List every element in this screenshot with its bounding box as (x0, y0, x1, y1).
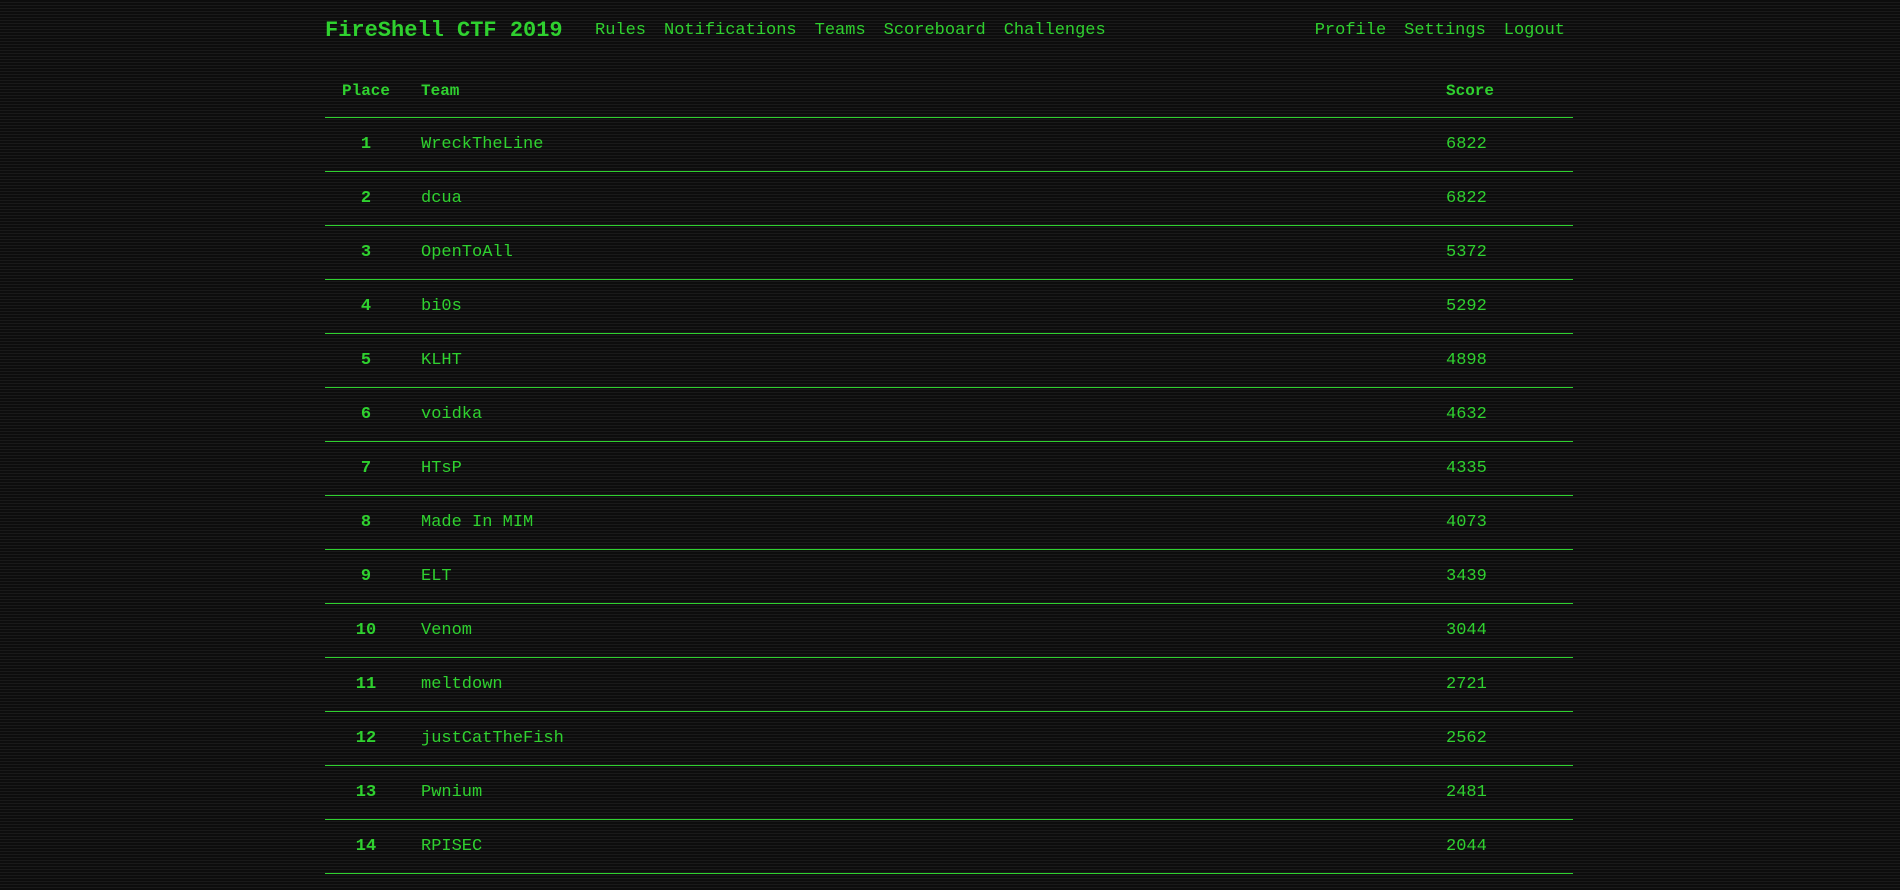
score-cell: 5372 (1446, 243, 1487, 262)
place-cell: 14 (355, 837, 377, 856)
table-row: 12 justCatTheFish 2562 (325, 712, 1573, 766)
table-row: 7 HTsP 4335 (325, 442, 1573, 496)
team-link[interactable]: bi0s (421, 280, 462, 334)
place-cell: 5 (360, 351, 372, 370)
team-link[interactable]: justCatTheFish (421, 712, 564, 766)
place-cell: 10 (355, 621, 377, 640)
score-cell: 4898 (1446, 351, 1487, 370)
place-column-header: Place (341, 82, 390, 100)
team-link[interactable]: OpenToAll (421, 226, 513, 280)
table-row: 3 OpenToAll 5372 (325, 226, 1573, 280)
team-link[interactable]: KLHT (421, 334, 462, 388)
main-nav: Rules Notifications Teams Scoreboard Cha… (595, 21, 1124, 40)
place-cell: 1 (360, 135, 372, 154)
table-row: 4 bi0s 5292 (325, 280, 1573, 334)
table-row: 8 Made In MIM 4073 (325, 496, 1573, 550)
nav-rules-link[interactable]: Rules (595, 21, 646, 40)
score-cell: 4073 (1446, 513, 1487, 532)
score-cell: 5292 (1446, 297, 1487, 316)
team-link[interactable]: voidka (421, 388, 482, 442)
page-container: FireShell CTF 2019 Rules Notifications T… (325, 0, 1573, 874)
score-cell: 3439 (1446, 567, 1487, 586)
team-link[interactable]: Venom (421, 604, 472, 658)
table-header-row: Place Team Score (325, 72, 1573, 118)
score-cell: 3044 (1446, 621, 1487, 640)
team-link[interactable]: Made In MIM (421, 496, 533, 550)
place-cell: 12 (355, 729, 377, 748)
team-link[interactable]: meltdown (421, 658, 503, 712)
table-row: 9 ELT 3439 (325, 550, 1573, 604)
place-cell: 3 (360, 243, 372, 262)
user-nav: Profile Settings Logout (1315, 21, 1565, 40)
table-row: 14 RPISEC 2044 (325, 820, 1573, 874)
score-cell: 6822 (1446, 135, 1487, 154)
score-cell: 2044 (1446, 837, 1487, 856)
table-row: 2 dcua 6822 (325, 172, 1573, 226)
score-cell: 4632 (1446, 405, 1487, 424)
nav-settings-link[interactable]: Settings (1404, 21, 1486, 40)
team-link[interactable]: RPISEC (421, 820, 482, 874)
place-cell: 6 (360, 405, 372, 424)
nav-notifications-link[interactable]: Notifications (664, 21, 797, 40)
nav-scoreboard-link[interactable]: Scoreboard (884, 21, 986, 40)
table-row: 6 voidka 4632 (325, 388, 1573, 442)
team-link[interactable]: WreckTheLine (421, 118, 543, 172)
place-cell: 9 (360, 567, 372, 586)
place-cell: 8 (360, 513, 372, 532)
team-link[interactable]: Pwnium (421, 766, 482, 820)
score-cell: 6822 (1446, 189, 1487, 208)
table-row: 5 KLHT 4898 (325, 334, 1573, 388)
team-link[interactable]: HTsP (421, 442, 462, 496)
place-cell: 4 (360, 297, 372, 316)
score-cell: 2481 (1446, 783, 1487, 802)
table-row: 11 meltdown 2721 (325, 658, 1573, 712)
place-cell: 11 (355, 675, 377, 694)
team-link[interactable]: ELT (421, 550, 452, 604)
place-cell: 7 (360, 459, 372, 478)
score-cell: 2562 (1446, 729, 1487, 748)
nav-teams-link[interactable]: Teams (815, 21, 866, 40)
score-cell: 4335 (1446, 459, 1487, 478)
nav-logout-link[interactable]: Logout (1504, 21, 1565, 40)
table-row: 10 Venom 3044 (325, 604, 1573, 658)
brand-link[interactable]: FireShell CTF 2019 (325, 18, 563, 43)
place-cell: 13 (355, 783, 377, 802)
nav-challenges-link[interactable]: Challenges (1004, 21, 1106, 40)
scoreboard-table: Place Team Score 1 WreckTheLine 6822 2 d… (325, 72, 1573, 874)
table-row: 1 WreckTheLine 6822 (325, 118, 1573, 172)
place-cell: 2 (360, 189, 372, 208)
nav-profile-link[interactable]: Profile (1315, 21, 1386, 40)
team-column-header: Team (421, 82, 460, 100)
table-row: 13 Pwnium 2481 (325, 766, 1573, 820)
navbar: FireShell CTF 2019 Rules Notifications T… (325, 0, 1573, 62)
score-column-header: Score (1446, 82, 1495, 100)
score-cell: 2721 (1446, 675, 1487, 694)
team-link[interactable]: dcua (421, 172, 462, 226)
